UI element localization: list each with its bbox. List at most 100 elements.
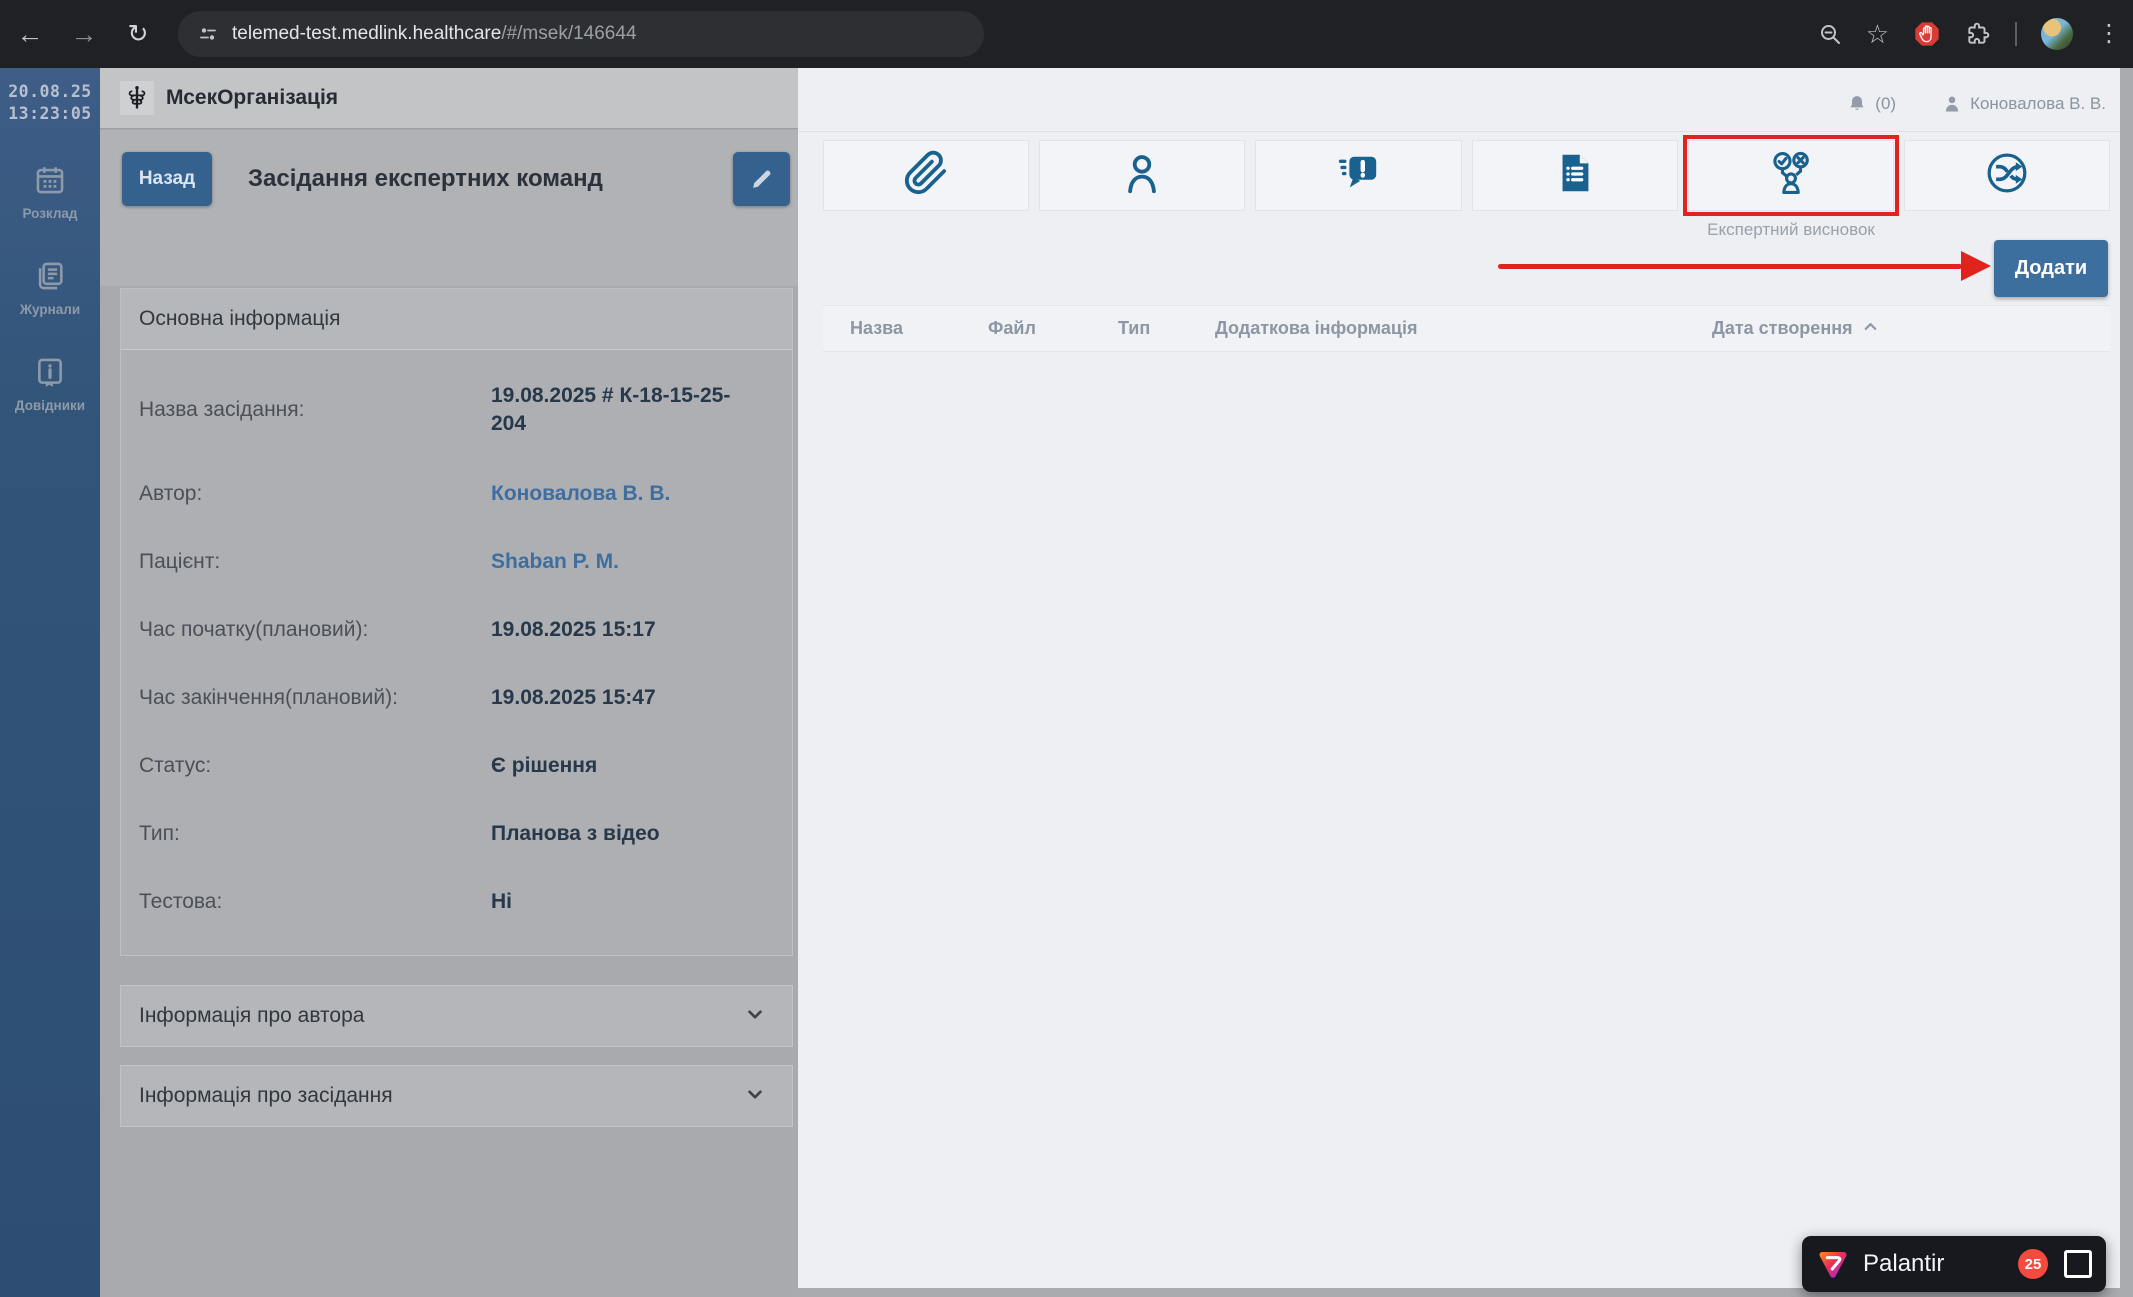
sidebar-item-label: Журнали (20, 302, 80, 317)
column-header-4[interactable]: Додаткова інформація (1215, 306, 1417, 351)
adblock-icon[interactable] (1913, 20, 1941, 48)
tab-paperclip[interactable] (823, 140, 1029, 211)
field-value: Планова з відео (491, 820, 753, 848)
sidebar-clock: 20.08.25 13:23:05 (0, 81, 100, 125)
url-path: /#/msek/146644 (501, 23, 636, 44)
notifications[interactable]: (0) (1847, 94, 1896, 114)
sidebar-item-journals[interactable]: Журнали (0, 259, 100, 317)
info-field-row: Тип:Планова з відео (139, 802, 792, 866)
info-field-row: Час початку(плановий):19.08.2025 15:17 (139, 598, 792, 662)
sidebar: 20.08.25 13:23:05 Розклад Журнали Довідник… (0, 68, 100, 1297)
app-title: МсекОрганізація (166, 86, 338, 110)
field-label: Тестова: (139, 890, 491, 914)
field-label: Час початку(плановий): (139, 618, 491, 642)
sidebar-time: 13:23:05 (0, 103, 100, 125)
backdrop-strip (2120, 68, 2133, 1297)
palantir-widget[interactable]: Palantir 25 (1802, 1236, 2106, 1292)
active-tab-caption: Експертний висновок (1707, 220, 1875, 240)
info-field-row: Назва засідання:19.08.2025 # К-18-15-25-… (139, 362, 792, 458)
edit-button[interactable] (733, 152, 790, 206)
forward-icon[interactable]: → (64, 21, 104, 48)
sidebar-item-calendar[interactable]: Розклад (0, 163, 100, 221)
column-label: Додаткова інформація (1215, 318, 1417, 339)
app-header: МсекОрганізація (100, 68, 798, 129)
expert-conclusion-icon (1768, 150, 1814, 201)
field-value: Є рішення (491, 752, 753, 780)
annotation-arrow (1498, 264, 1962, 269)
column-header-2[interactable]: Файл (988, 306, 1036, 351)
user-icon (1942, 94, 1962, 114)
chevron-down-icon (744, 1083, 766, 1110)
url-bar[interactable]: telemed-test.medlink.healthcare/#/msek/1… (178, 11, 984, 57)
site-settings-icon[interactable] (198, 24, 218, 44)
add-button[interactable]: Додати (1994, 240, 2108, 297)
field-label: Назва засідання: (139, 398, 491, 422)
tab-document-list[interactable] (1472, 140, 1678, 211)
bookmark-star-icon[interactable]: ☆ (1866, 21, 1889, 47)
field-value: 19.08.2025 15:47 (491, 684, 753, 712)
reload-icon[interactable]: ↻ (118, 22, 158, 47)
content-panel: (0) Коновалова В. В. Експертний висновок… (798, 68, 2120, 1288)
divider (2015, 22, 2017, 46)
person-icon (1119, 150, 1165, 201)
sidebar-date: 20.08.25 (0, 81, 100, 103)
caduceus-icon (120, 81, 154, 115)
collapsible-label: Інформація про автора (139, 1004, 364, 1028)
pencil-icon (749, 167, 774, 192)
zoom-icon[interactable] (1818, 22, 1842, 46)
info-field-row: Автор:Коновалова В. В. (139, 462, 792, 526)
main-info-card: Основна інформація Назва засідання:19.08… (120, 288, 793, 956)
column-header-3[interactable]: Тип (1118, 306, 1150, 351)
info-field-row: Час закінчення(плановий):19.08.2025 15:4… (139, 666, 792, 730)
calendar-icon (33, 163, 67, 202)
field-label: Пацієнт: (139, 550, 491, 574)
column-label: Файл (988, 318, 1036, 339)
info-field-row: Тестова:Ні (139, 870, 792, 934)
back-icon[interactable]: ← (10, 21, 50, 48)
palantir-logo-icon (1816, 1247, 1850, 1281)
field-value-link[interactable]: Коновалова В. В. (491, 480, 753, 508)
bell-icon (1847, 94, 1867, 114)
document-list-icon (1552, 150, 1598, 201)
chat-alert-icon (1335, 150, 1381, 201)
column-label: Тип (1118, 318, 1150, 339)
handbook-icon (33, 355, 67, 394)
column-label: Дата створення (1712, 318, 1853, 339)
column-header-5[interactable]: Дата створення (1712, 306, 1880, 351)
column-header-1[interactable]: Назва (850, 306, 903, 351)
main-info-title: Основна інформація (121, 289, 792, 350)
collapsible-section[interactable]: Інформація про автора (120, 985, 793, 1047)
journals-icon (33, 259, 67, 298)
field-label: Час закінчення(плановий): (139, 686, 491, 710)
extensions-icon[interactable] (1965, 21, 1991, 47)
menu-dots-icon[interactable]: ⋮ (2097, 22, 2121, 46)
divider (798, 131, 2120, 132)
shuffle-icon (1984, 150, 2030, 201)
field-value: 19.08.2025 15:17 (491, 616, 753, 644)
info-field-row: Пацієнт:Shaban P. M. (139, 530, 792, 594)
user-menu[interactable]: Коновалова В. В. (1942, 94, 2106, 114)
tab-person[interactable] (1039, 140, 1245, 211)
user-name: Коновалова В. В. (1970, 94, 2106, 114)
tab-expert-conclusion[interactable] (1688, 140, 1894, 211)
screen: ← → ↻ telemed-test.medlink.healthcare/#/… (0, 0, 2133, 1297)
annotation-arrow-head (1961, 251, 1991, 281)
profile-avatar[interactable] (2041, 18, 2073, 50)
sidebar-item-label: Довідники (15, 398, 85, 413)
left-panel: МсекОрганізація Назад Засідання експертн… (100, 68, 798, 1297)
collapsible-section[interactable]: Інформація про засідання (120, 1065, 793, 1127)
back-button[interactable]: Назад (122, 152, 212, 206)
info-field-row: Статус:Є рішення (139, 734, 792, 798)
window-icon[interactable] (2064, 1250, 2092, 1278)
field-label: Тип: (139, 822, 491, 846)
tab-shuffle[interactable] (1904, 140, 2110, 211)
collapsible-label: Інформація про засідання (139, 1084, 393, 1108)
field-value-link[interactable]: Shaban P. M. (491, 548, 753, 576)
sidebar-item-handbook[interactable]: Довідники (0, 355, 100, 413)
sidebar-item-label: Розклад (22, 206, 77, 221)
page-title: Засідання експертних команд (248, 152, 603, 206)
widget-title: Palantir (1863, 1250, 1944, 1278)
tab-chat-alert[interactable] (1255, 140, 1461, 211)
field-value: 19.08.2025 # К-18-15-25-204 (491, 382, 753, 438)
column-label: Назва (850, 318, 903, 339)
